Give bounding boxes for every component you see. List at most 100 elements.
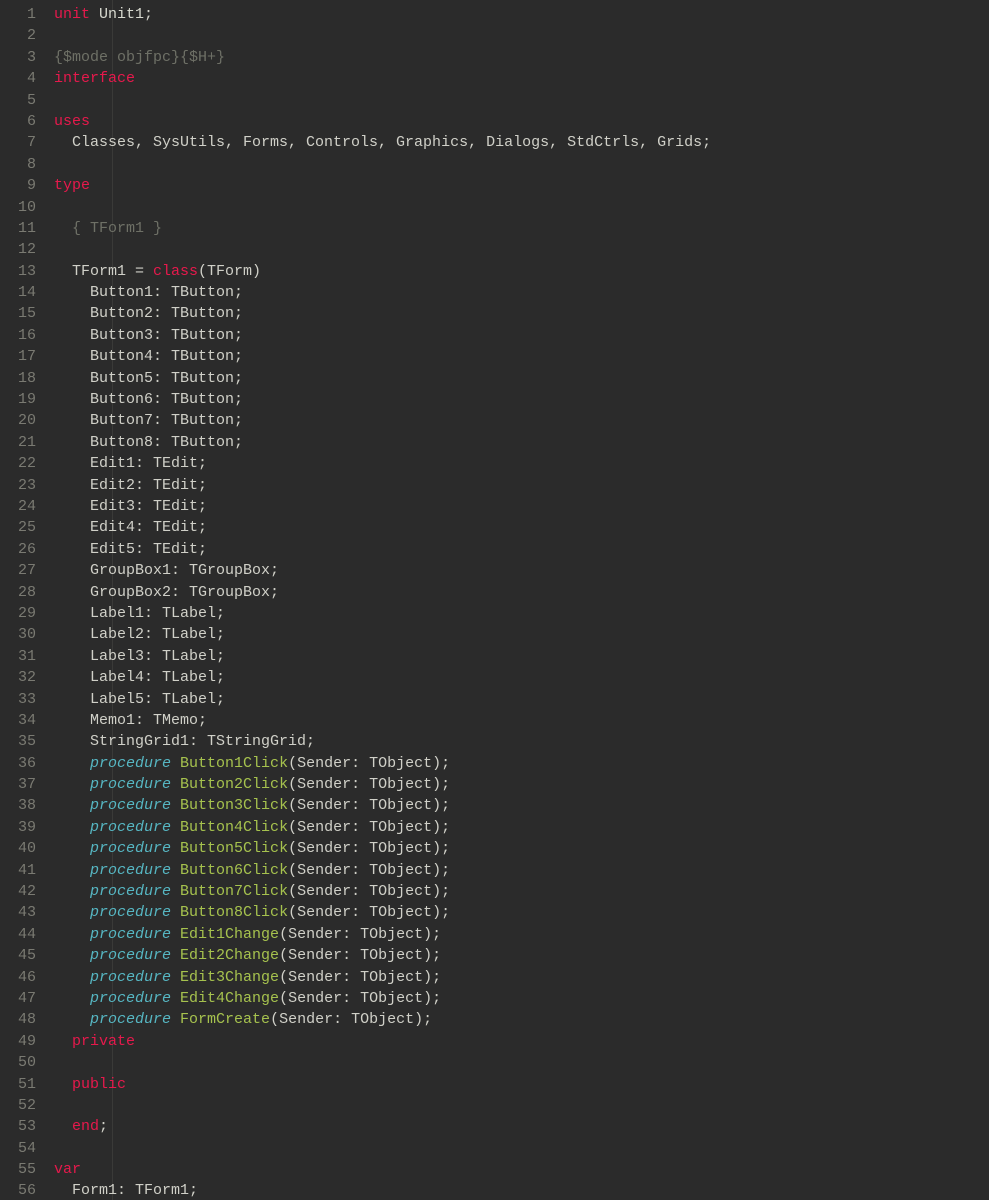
code-line[interactable]: private (54, 1031, 989, 1052)
code-line[interactable]: unit Unit1; (54, 4, 989, 25)
code-token: Button7Click (180, 883, 288, 900)
line-number: 20 (0, 410, 36, 431)
code-token: (Sender: TObject); (288, 755, 450, 772)
code-line[interactable]: procedure Button8Click(Sender: TObject); (54, 902, 989, 923)
code-line[interactable]: TForm1 = class(TForm) (54, 261, 989, 282)
code-token: Label2: TLabel; (54, 626, 225, 643)
line-number-gutter: 1234567891011121314151617181920212223242… (0, 0, 46, 1200)
code-token: (Sender: TObject); (279, 926, 441, 943)
code-token: procedure (90, 926, 171, 943)
code-token: Button8: TButton; (54, 434, 243, 451)
code-line[interactable]: interface (54, 68, 989, 89)
code-token: GroupBox2: TGroupBox; (54, 584, 279, 601)
line-number: 45 (0, 945, 36, 966)
line-number: 52 (0, 1095, 36, 1116)
line-number: 17 (0, 346, 36, 367)
code-token: TForm1 = (54, 263, 153, 280)
line-number: 11 (0, 218, 36, 239)
code-line[interactable]: Button2: TButton; (54, 303, 989, 324)
code-token: Button8Click (180, 904, 288, 921)
code-line[interactable]: Classes, SysUtils, Forms, Controls, Grap… (54, 132, 989, 153)
code-line[interactable]: Button1: TButton; (54, 282, 989, 303)
code-line[interactable]: Button6: TButton; (54, 389, 989, 410)
code-line[interactable]: procedure Button7Click(Sender: TObject); (54, 881, 989, 902)
code-line[interactable]: GroupBox2: TGroupBox; (54, 582, 989, 603)
code-token: procedure (90, 1011, 171, 1028)
code-token: procedure (90, 797, 171, 814)
code-token: Label4: TLabel; (54, 669, 225, 686)
code-line[interactable]: Label4: TLabel; (54, 667, 989, 688)
code-line[interactable]: procedure Button2Click(Sender: TObject); (54, 774, 989, 795)
line-number: 33 (0, 689, 36, 710)
line-number: 18 (0, 368, 36, 389)
code-line[interactable]: Edit5: TEdit; (54, 539, 989, 560)
code-line[interactable]: procedure Button1Click(Sender: TObject); (54, 753, 989, 774)
code-line[interactable]: Memo1: TMemo; (54, 710, 989, 731)
code-line[interactable] (54, 1138, 989, 1159)
code-line[interactable]: procedure Edit3Change(Sender: TObject); (54, 967, 989, 988)
code-token: procedure (90, 776, 171, 793)
code-editor[interactable]: 1234567891011121314151617181920212223242… (0, 0, 989, 1200)
code-token: interface (54, 70, 135, 87)
code-line[interactable]: Label1: TLabel; (54, 603, 989, 624)
line-number: 38 (0, 795, 36, 816)
code-line[interactable] (54, 1052, 989, 1073)
code-token: Label3: TLabel; (54, 648, 225, 665)
line-number: 51 (0, 1074, 36, 1095)
code-token: Unit1 (99, 6, 144, 23)
code-token: (Sender: TObject); (279, 969, 441, 986)
code-line[interactable]: Button7: TButton; (54, 410, 989, 431)
code-line[interactable]: type (54, 175, 989, 196)
code-area[interactable]: unit Unit1; {$mode objfpc}{$H+} interface u… (46, 0, 989, 1200)
code-line[interactable]: Edit3: TEdit; (54, 496, 989, 517)
code-line[interactable]: end; (54, 1116, 989, 1137)
code-line[interactable]: {$mode objfpc}{$H+} (54, 47, 989, 68)
code-line[interactable]: Label2: TLabel; (54, 624, 989, 645)
code-line[interactable]: Form1: TForm1; (54, 1180, 989, 1200)
code-line[interactable]: Label3: TLabel; (54, 646, 989, 667)
code-line[interactable]: var (54, 1159, 989, 1180)
code-line[interactable]: procedure Button4Click(Sender: TObject); (54, 817, 989, 838)
line-number: 41 (0, 860, 36, 881)
code-line[interactable]: Edit4: TEdit; (54, 517, 989, 538)
code-line[interactable] (54, 1095, 989, 1116)
code-token: Button2: TButton; (54, 305, 243, 322)
code-line[interactable]: GroupBox1: TGroupBox; (54, 560, 989, 581)
code-line[interactable]: Button3: TButton; (54, 325, 989, 346)
line-number: 34 (0, 710, 36, 731)
code-line[interactable]: StringGrid1: TStringGrid; (54, 731, 989, 752)
code-token (54, 1076, 72, 1093)
code-token: uses (54, 113, 90, 130)
code-line[interactable]: Button5: TButton; (54, 368, 989, 389)
line-number: 5 (0, 90, 36, 111)
code-token (54, 862, 90, 879)
code-line[interactable]: procedure Edit4Change(Sender: TObject); (54, 988, 989, 1009)
code-line[interactable]: Button4: TButton; (54, 346, 989, 367)
code-token: (TForm) (198, 263, 261, 280)
code-line[interactable]: Label5: TLabel; (54, 689, 989, 710)
code-line[interactable]: procedure Edit1Change(Sender: TObject); (54, 924, 989, 945)
code-line[interactable]: procedure Edit2Change(Sender: TObject); (54, 945, 989, 966)
code-line[interactable]: procedure Button6Click(Sender: TObject); (54, 860, 989, 881)
code-line[interactable] (54, 25, 989, 46)
code-line[interactable] (54, 239, 989, 260)
code-line[interactable]: procedure Button3Click(Sender: TObject); (54, 795, 989, 816)
line-number: 37 (0, 774, 36, 795)
code-line[interactable]: uses (54, 111, 989, 132)
code-line[interactable]: Edit1: TEdit; (54, 453, 989, 474)
line-number: 26 (0, 539, 36, 560)
line-number: 9 (0, 175, 36, 196)
code-line[interactable]: procedure FormCreate(Sender: TObject); (54, 1009, 989, 1030)
code-token: (Sender: TObject); (288, 883, 450, 900)
code-line[interactable]: Edit2: TEdit; (54, 475, 989, 496)
code-token (171, 904, 180, 921)
code-line[interactable]: procedure Button5Click(Sender: TObject); (54, 838, 989, 859)
code-line[interactable] (54, 90, 989, 111)
code-line[interactable] (54, 197, 989, 218)
code-token: Button1Click (180, 755, 288, 772)
code-line[interactable] (54, 154, 989, 175)
code-line[interactable]: public (54, 1074, 989, 1095)
code-line[interactable]: { TForm1 } (54, 218, 989, 239)
code-line[interactable]: Button8: TButton; (54, 432, 989, 453)
line-number: 3 (0, 47, 36, 68)
